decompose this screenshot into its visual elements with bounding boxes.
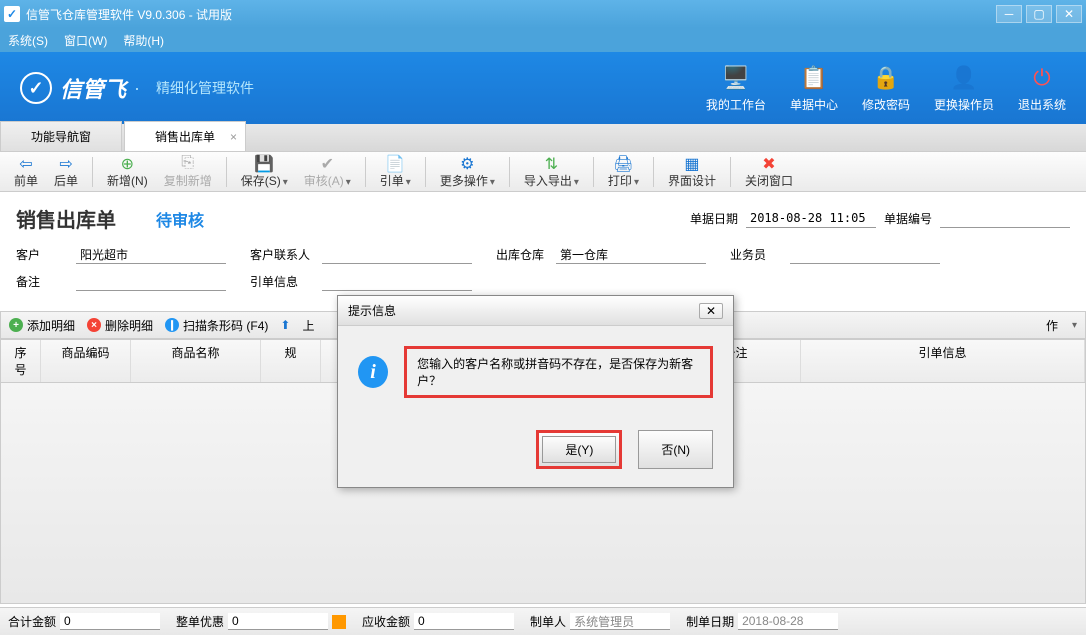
no-button[interactable]: 否(N)	[638, 430, 713, 469]
yes-button[interactable]: 是(Y)	[542, 436, 616, 463]
yes-button-highlight: 是(Y)	[536, 430, 622, 469]
dialog-overlay: 提示信息 ✕ i 您输入的客户名称或拼音码不存在，是否保存为新客户？ 是(Y) …	[0, 0, 1086, 635]
dialog-title: 提示信息	[348, 302, 699, 319]
dialog-close-button[interactable]: ✕	[699, 303, 723, 319]
info-icon: i	[358, 356, 388, 388]
confirm-dialog: 提示信息 ✕ i 您输入的客户名称或拼音码不存在，是否保存为新客户？ 是(Y) …	[337, 295, 734, 488]
dialog-message: 您输入的客户名称或拼音码不存在，是否保存为新客户？	[417, 357, 693, 388]
